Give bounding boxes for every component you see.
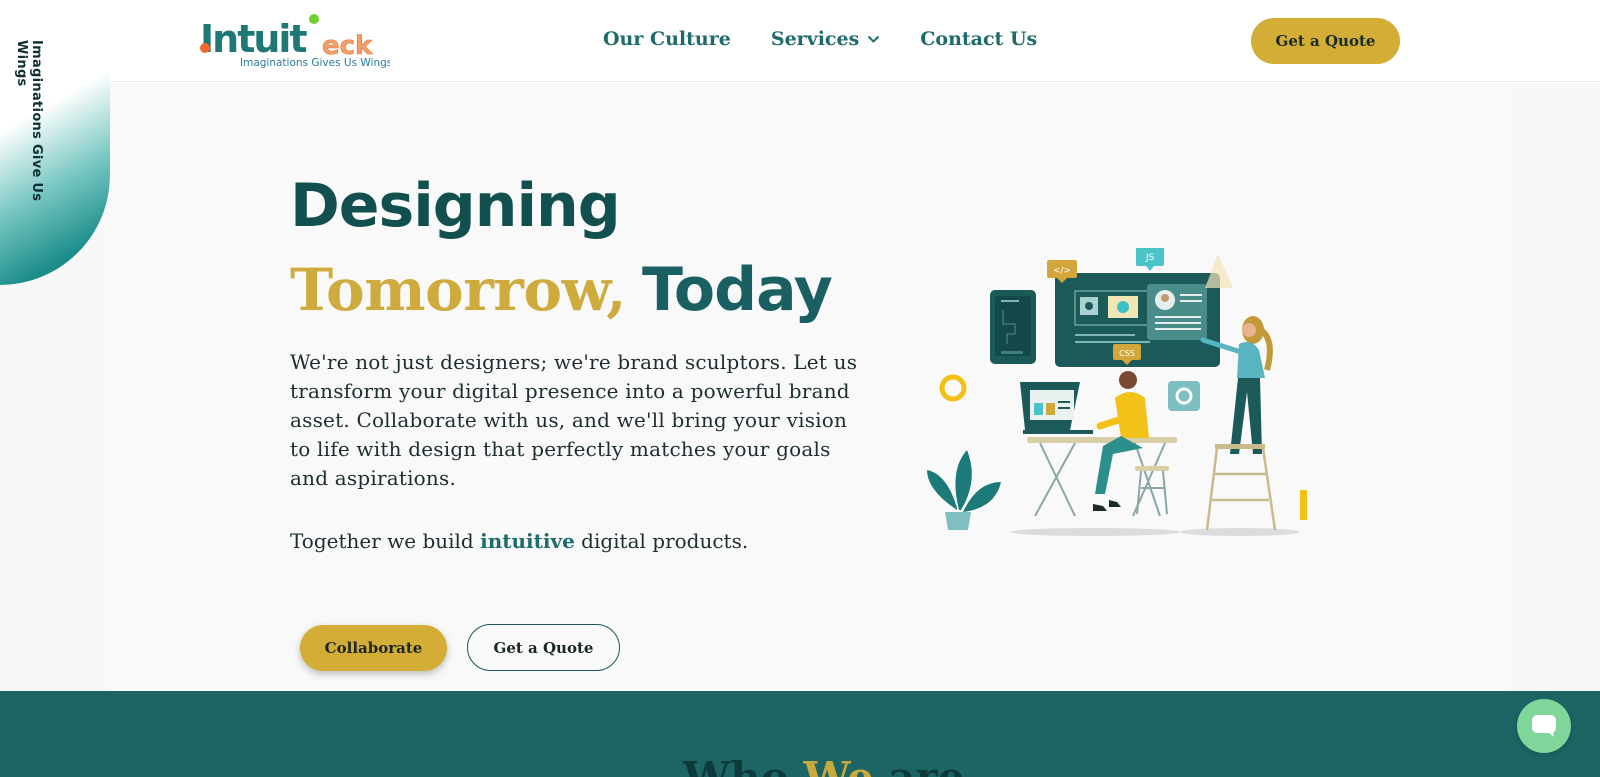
js-tag-label: JS	[1145, 253, 1155, 263]
logo-tagline: Imaginations Gives Us Wings	[240, 57, 390, 69]
hero-headline-gold: Tomorrow,	[290, 256, 626, 324]
nav-services-label: Services	[770, 28, 860, 50]
hero-illustration: </> JS CSS	[927, 248, 1307, 536]
ring-decor	[939, 374, 967, 402]
logo-green-dot	[309, 14, 319, 24]
site-header: Intuit eck Imaginations Gives Us Wings O…	[0, 0, 1600, 82]
who-we-are-title: Who We are	[683, 753, 965, 777]
who-we-are-pre: Who	[683, 753, 803, 777]
hero-headline-line2: Tomorrow, Today	[290, 255, 833, 325]
css-tag-label: CSS	[1119, 349, 1135, 358]
who-we-are-post: are	[874, 753, 964, 777]
chat-widget-button[interactable]	[1517, 699, 1571, 753]
who-we-are-gold: We	[803, 753, 873, 777]
main-nav: Our Culture Services Contact Us	[603, 28, 1037, 50]
hero-headline-line1: Designing	[290, 171, 621, 241]
nav-our-culture[interactable]: Our Culture	[603, 28, 731, 50]
tagline-emphasis: intuitive	[480, 529, 575, 553]
hero-tagline: Together we build intuitive digital prod…	[290, 529, 748, 553]
who-we-are-section: Who We are	[0, 691, 1600, 777]
chat-bubble-icon	[1532, 715, 1556, 737]
logo-wordmark: Intuit	[200, 17, 307, 61]
tagline-post: digital products.	[574, 529, 749, 553]
nav-contact-us[interactable]: Contact Us	[920, 28, 1037, 50]
code-tag-label: </>	[1053, 266, 1071, 276]
site-logo[interactable]: Intuit eck Imaginations Gives Us Wings	[200, 12, 390, 70]
hero-headline-teal: Today	[641, 255, 833, 325]
hero-section: Designing Tomorrow, Today We're not just …	[0, 83, 1600, 691]
header-get-quote-button[interactable]: Get a Quote	[1251, 18, 1400, 64]
logo-orange-dot	[200, 43, 210, 53]
hero-paragraph: We're not just designers; we're brand sc…	[290, 350, 858, 490]
hero-get-quote-button[interactable]: Get a Quote	[467, 624, 620, 671]
collaborate-button[interactable]: Collaborate	[300, 625, 447, 671]
nav-services[interactable]: Services	[771, 28, 880, 50]
side-tab-text: Imaginations Give Us Wings	[14, 40, 44, 202]
chevron-down-icon	[868, 35, 880, 43]
tagline-pre: Together we build	[290, 529, 481, 553]
